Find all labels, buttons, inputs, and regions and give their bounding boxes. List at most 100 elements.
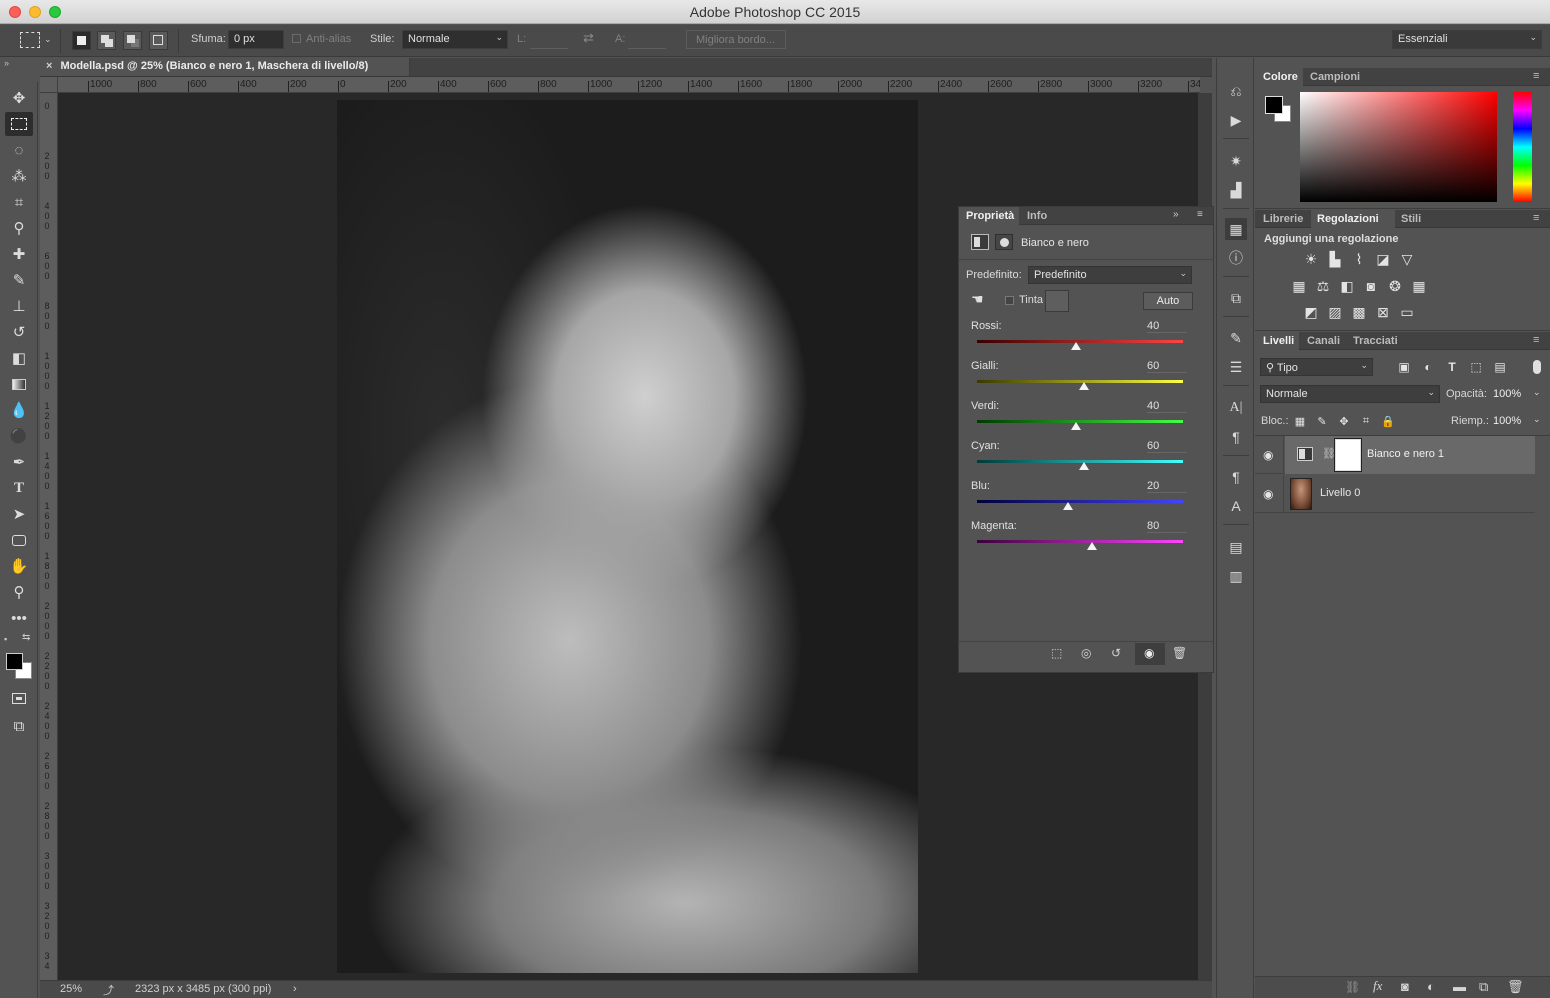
history-icon[interactable]: ⎌: [1225, 80, 1247, 102]
preset-select[interactable]: Predefinito ⌄: [1028, 266, 1192, 284]
lock-transparency-icon[interactable]: ▦: [1290, 411, 1310, 431]
tab-layers[interactable]: Livelli: [1263, 335, 1294, 347]
channel-mixer-icon[interactable]: ❂: [1385, 276, 1405, 296]
new-group-icon[interactable]: ▬: [1453, 979, 1466, 994]
adjustment-mode-icon[interactable]: [971, 234, 989, 250]
filter-shape-icon[interactable]: ⬚: [1466, 357, 1486, 377]
slider-track[interactable]: [977, 540, 1183, 543]
clip-to-layer-icon[interactable]: ⬚: [1051, 646, 1062, 660]
paragraph-styles-icon[interactable]: ¶: [1225, 466, 1247, 488]
vertical-ruler[interactable]: 0 200 400 600 800 1000 1200 1400 1600 1800 2000 220…: [40, 93, 58, 980]
slider-value-input[interactable]: 40: [1147, 320, 1187, 333]
histogram-icon[interactable]: ▟: [1225, 179, 1247, 201]
layer-name[interactable]: Livello 0: [1320, 487, 1360, 499]
tab-properties[interactable]: Proprietà: [966, 210, 1014, 222]
slider-value-input[interactable]: 60: [1147, 360, 1187, 373]
clone-stamp-tool-icon[interactable]: ⊥: [5, 294, 33, 318]
rectangular-marquee-tool-icon[interactable]: [5, 112, 33, 136]
fill-value[interactable]: 100%: [1493, 415, 1521, 427]
gradient-map-icon[interactable]: ▭: [1397, 302, 1417, 322]
tab-styles[interactable]: Stili: [1401, 213, 1421, 225]
slider-thumb[interactable]: [1087, 542, 1098, 550]
more-tools-icon[interactable]: •••: [5, 606, 33, 630]
navigator-icon[interactable]: ✷: [1225, 150, 1247, 172]
eye-icon[interactable]: ◉: [1263, 448, 1273, 462]
foreground-color-swatch[interactable]: [6, 653, 23, 670]
eye-icon[interactable]: ◉: [1263, 487, 1273, 501]
move-tool-icon[interactable]: ✥: [5, 86, 33, 110]
blend-mode-select[interactable]: Normale ⌄: [1260, 385, 1440, 403]
brush-settings-icon[interactable]: ☰: [1225, 356, 1247, 378]
layer-comps-icon[interactable]: ▤: [1225, 536, 1247, 558]
filter-pixel-icon[interactable]: ▣: [1394, 357, 1414, 377]
color-lookup-icon[interactable]: ▦: [1409, 276, 1429, 296]
swap-colors-icon[interactable]: ⇆: [22, 632, 30, 643]
panel-menu-icon[interactable]: ≡: [1533, 212, 1539, 224]
auto-button[interactable]: Auto: [1143, 292, 1193, 310]
chevron-down-icon[interactable]: ⌄: [1533, 414, 1541, 425]
invert-icon[interactable]: ◩: [1301, 302, 1321, 322]
tab-info[interactable]: Info: [1027, 210, 1047, 222]
threshold-icon[interactable]: ▩: [1349, 302, 1369, 322]
slider-value-input[interactable]: 60: [1147, 440, 1187, 453]
type-tool-icon[interactable]: T: [5, 476, 33, 500]
character-icon[interactable]: A|: [1225, 397, 1247, 419]
horizontal-ruler[interactable]: 1000 800 600 400 200 0 200 400 600 800 1000 1200 140…: [58, 77, 1200, 93]
eyedropper-tool-icon[interactable]: ⚲: [5, 216, 33, 240]
collapse-toolbar-icon[interactable]: »: [4, 58, 9, 68]
crop-tool-icon[interactable]: ⌗: [5, 190, 33, 214]
history-brush-tool-icon[interactable]: ↺: [5, 320, 33, 344]
slider-value-input[interactable]: 80: [1147, 520, 1187, 533]
foreground-color-swatch[interactable]: [1265, 96, 1283, 114]
curves-icon[interactable]: ⌇: [1349, 249, 1369, 269]
layer-mask-thumbnail[interactable]: [1334, 438, 1362, 472]
gradient-tool-icon[interactable]: [5, 372, 33, 396]
black-white-icon[interactable]: ◧: [1337, 276, 1357, 296]
targeted-adjustment-hand-icon[interactable]: ☚: [971, 291, 984, 308]
tab-color[interactable]: Colore: [1263, 71, 1298, 83]
brush-presets-icon[interactable]: ✎: [1225, 327, 1247, 349]
document-image[interactable]: [337, 100, 918, 973]
subtract-from-selection-button[interactable]: [123, 31, 142, 50]
layer-name[interactable]: Bianco e nero 1: [1367, 448, 1444, 460]
refine-edge-button[interactable]: Migliora bordo...: [686, 30, 786, 49]
reset-defaults-icon[interactable]: ↺: [1111, 646, 1121, 660]
slider-thumb[interactable]: [1079, 382, 1090, 390]
hue-saturation-icon[interactable]: ▦: [1289, 276, 1309, 296]
view-previous-state-icon[interactable]: ◎: [1081, 646, 1091, 660]
filter-type-icon[interactable]: T: [1442, 357, 1462, 377]
photo-filter-icon[interactable]: ◙: [1361, 276, 1381, 296]
layer-row[interactable]: ◉ Livello 0: [1255, 475, 1535, 513]
slider-value-input[interactable]: 40: [1147, 400, 1187, 413]
link-icon[interactable]: ⛓: [1322, 447, 1336, 460]
antialias-checkbox[interactable]: [292, 34, 301, 43]
rectangle-tool-icon[interactable]: [5, 528, 33, 552]
layer-row[interactable]: ◉ ⛓ Bianco e nero 1: [1255, 436, 1535, 474]
chevron-down-icon[interactable]: ⌄: [44, 34, 52, 45]
document-tab[interactable]: × Modella.psd @ 25% (Bianco e nero 1, Mas…: [40, 58, 410, 76]
filter-smart-object-icon[interactable]: ▤: [1490, 357, 1510, 377]
color-balance-icon[interactable]: ⚖: [1313, 276, 1333, 296]
width-input[interactable]: [530, 30, 568, 49]
slider-track[interactable]: [977, 500, 1183, 503]
pen-tool-icon[interactable]: ✒: [5, 450, 33, 474]
info-icon[interactable]: ⓘ: [1225, 247, 1247, 269]
vibrance-icon[interactable]: ▽: [1397, 249, 1417, 269]
brightness-contrast-icon[interactable]: ☀: [1301, 249, 1321, 269]
trash-icon[interactable]: 🗑: [1507, 979, 1524, 995]
lock-artboard-icon[interactable]: ⌗: [1356, 411, 1376, 431]
toggle-visibility-button[interactable]: ◉: [1135, 643, 1165, 665]
swap-width-height-icon[interactable]: ⇄: [583, 30, 594, 46]
tab-adjustments[interactable]: Regolazioni: [1317, 213, 1379, 225]
workspace-select[interactable]: Essenziali ⌄: [1392, 30, 1542, 49]
close-tab-icon[interactable]: ×: [46, 60, 52, 72]
actions-play-icon[interactable]: ▶: [1225, 109, 1247, 131]
filter-adjustment-icon[interactable]: ◐: [1418, 357, 1438, 377]
slider-thumb[interactable]: [1070, 422, 1081, 430]
feather-input[interactable]: 0 px: [228, 30, 284, 49]
slider-thumb[interactable]: [1079, 462, 1090, 470]
screen-mode-icon[interactable]: ⧉: [5, 714, 33, 738]
share-icon[interactable]: ⤴: [103, 982, 114, 998]
layer-thumbnail[interactable]: [1290, 478, 1312, 510]
brush-tool-icon[interactable]: ✎: [5, 268, 33, 292]
